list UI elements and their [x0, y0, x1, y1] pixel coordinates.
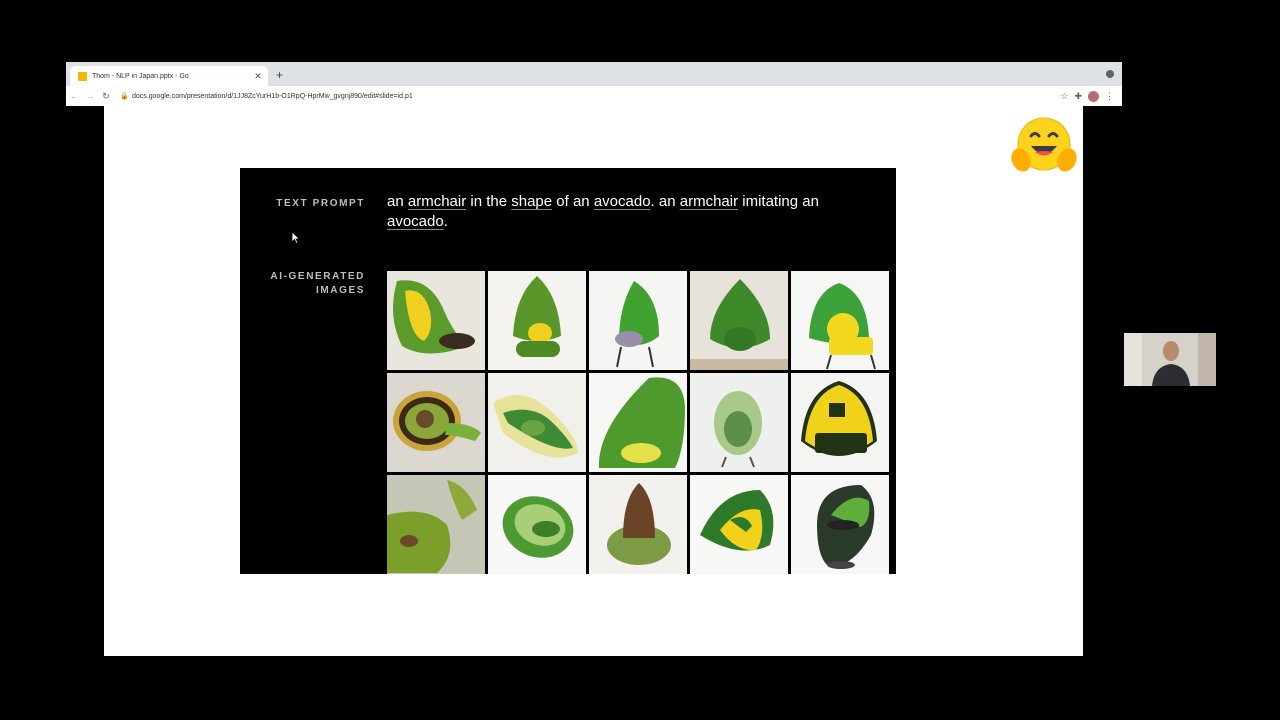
avocado-chair-image — [791, 271, 889, 370]
prompt-part: . — [443, 213, 448, 230]
prompt-word-armchair: armchair — [679, 193, 739, 210]
avocado-chair-image — [791, 373, 889, 472]
ai-images-label-line1: AI-GENERATED — [270, 271, 365, 282]
ai-images-label-line2: IMAGES — [315, 285, 365, 296]
avocado-chair-image — [387, 475, 485, 574]
avocado-chair-image — [387, 271, 485, 370]
hugging-face-logo — [1011, 117, 1077, 172]
prompt-part: an — [387, 193, 408, 210]
tab-presentation[interactable]: Thom - NLP in Japan.pptx - Go ✕ — [70, 66, 268, 86]
new-tab-icon[interactable]: + — [276, 68, 283, 82]
close-tab-icon[interactable]: ✕ — [253, 71, 263, 82]
tab-bar: Thom - NLP in Japan.pptx - Go ✕ + — [66, 62, 1122, 86]
prompt-part: imitating an — [738, 193, 819, 210]
reload-icon[interactable]: ↻ — [98, 91, 114, 102]
prompt-word-shape: shape — [511, 193, 553, 210]
avocado-chair-image — [488, 475, 586, 574]
tab-title: Thom - NLP in Japan.pptx - Go — [92, 72, 189, 80]
profile-avatar[interactable] — [1088, 90, 1099, 102]
avocado-chair-image — [791, 475, 889, 574]
avocado-chair-image — [488, 271, 586, 370]
prompt-word-armchair: armchair — [407, 193, 467, 210]
avocado-chair-image — [589, 373, 687, 472]
text-prompt-label: TEXT PROMPT — [276, 198, 365, 209]
avocado-chair-image — [589, 475, 687, 574]
browser-window: Thom - NLP in Japan.pptx - Go ✕ + ← → ↻ … — [66, 62, 1122, 106]
avocado-chair-image — [690, 271, 788, 370]
prompt-part: in the — [466, 193, 512, 210]
lock-icon: 🔒 — [120, 93, 129, 100]
more-menu-icon[interactable]: ⋮ — [1105, 91, 1114, 102]
ai-images-label: AI-GENERATED IMAGES — [240, 270, 365, 298]
avocado-chair-image — [690, 475, 788, 574]
prompt-text: an armchair in the shape of an avocado. … — [387, 192, 867, 232]
avocado-chair-image — [589, 271, 687, 370]
avocado-chair-image — [488, 373, 586, 472]
prompt-word-avocado: avocado — [593, 193, 651, 210]
slides-favicon-icon — [78, 71, 87, 81]
address-bar[interactable]: 🔒 docs.google.com/presentation/d/1JJ8ZcY… — [120, 88, 1055, 104]
prompt-part: of an — [552, 193, 594, 210]
navigation-bar: ← → ↻ 🔒 docs.google.com/presentation/d/1… — [66, 86, 1122, 106]
bookmark-star-icon[interactable]: ☆ — [1060, 91, 1068, 102]
url-text: docs.google.com/presentation/d/1JJ8ZcYur… — [132, 92, 413, 100]
prompt-word-avocado: avocado — [387, 213, 444, 230]
forward-arrow-icon[interactable]: → — [82, 91, 98, 101]
back-arrow-icon[interactable]: ← — [66, 91, 82, 101]
prompt-part: . an — [650, 193, 680, 210]
mouse-cursor-icon — [292, 232, 300, 244]
ai-image-grid — [387, 271, 891, 574]
avocado-chair-image — [690, 373, 788, 472]
webcam-video-thumbnail — [1124, 333, 1216, 386]
extensions-icon[interactable]: ✚ — [1074, 91, 1082, 102]
avocado-chair-image — [387, 373, 485, 472]
browser-menu-circle-icon[interactable] — [1106, 70, 1114, 78]
